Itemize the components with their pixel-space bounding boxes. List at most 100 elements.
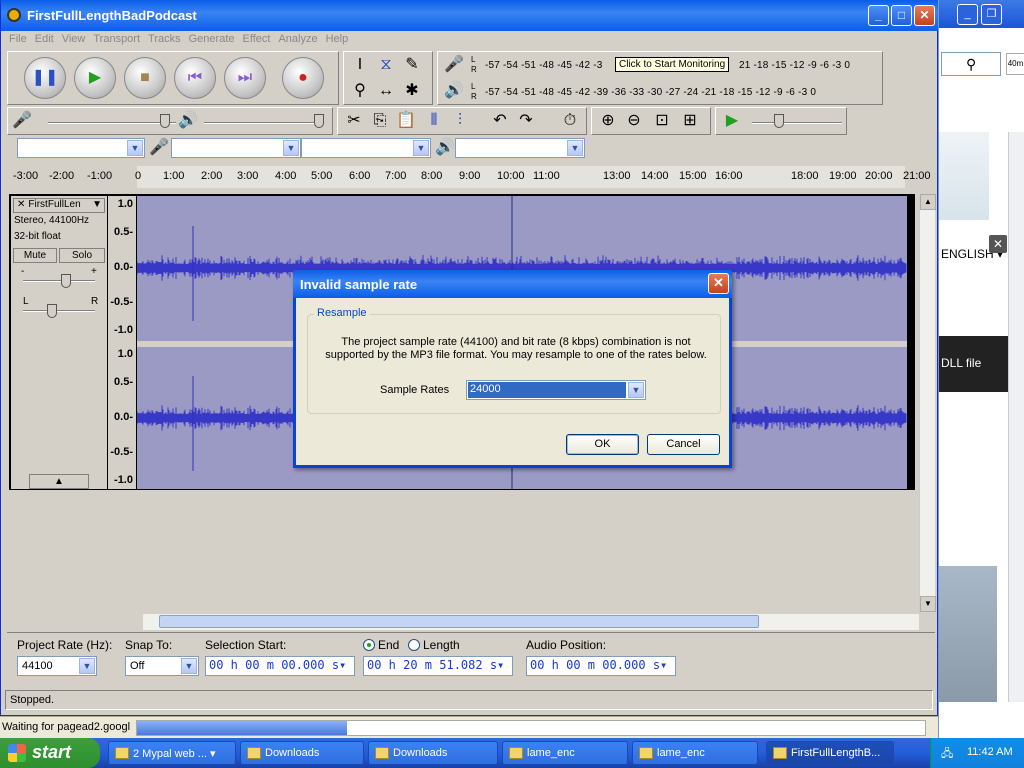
cut-icon[interactable]: ✂ [342,109,366,133]
network-icon[interactable]: 🖧 [941,745,953,764]
menu-analyze[interactable]: Analyze [274,31,321,47]
record-button[interactable]: ● [282,57,324,99]
chevron-down-icon: ▼ [181,658,197,674]
start-button[interactable]: start [0,738,100,768]
track-bits: 32-bit float [14,231,61,242]
mute-button[interactable]: Mute [13,248,57,263]
output-volume-track[interactable] [204,122,324,124]
selection-end-field[interactable]: 00 h 20 m 51.082 s▾ [363,656,513,676]
fit-project-icon[interactable]: ⊞ [678,109,702,133]
snap-to-select[interactable]: Off ▼ [125,656,199,676]
paste-icon[interactable]: 📋 [394,109,418,133]
draw-tool-icon[interactable]: ✎ [400,53,424,77]
record-meter-scale-right: 21 -18 -15 -12 -9 -6 -3 0 [739,60,851,71]
gain-slider[interactable] [61,274,71,288]
monitor-tooltip[interactable]: Click to Start Monitoring [615,57,730,72]
menu-help[interactable]: Help [322,31,353,47]
ad-image-2[interactable] [939,566,997,702]
envelope-tool-icon[interactable]: ⧖ [374,53,398,77]
track-name-menu[interactable]: ✕ FirstFullLen ▼ [13,198,105,213]
skip-end-button[interactable]: ⏭ [224,57,266,99]
taskbar-item-lame-enc-2[interactable]: lame_enc [632,741,758,765]
ok-button[interactable]: OK [566,434,639,455]
menu-tracks[interactable]: Tracks [144,31,185,47]
dll-file-banner[interactable]: DLL file [939,336,1009,392]
zoom-in-icon[interactable]: ⊕ [596,109,620,133]
play-button[interactable]: ▶ [74,57,116,99]
taskbar-item-lame-enc-1[interactable]: lame_enc [502,741,628,765]
output-volume-slider[interactable] [314,114,324,128]
input-volume-track[interactable] [48,122,176,124]
search-icon[interactable]: ⚲ [966,56,976,73]
end-radio[interactable] [363,639,375,651]
host-select[interactable]: ▼ [17,138,145,158]
multi-tool-icon[interactable]: ✱ [400,79,424,103]
output-device-select[interactable]: ▼ [455,138,585,158]
menu-transport[interactable]: Transport [89,31,144,47]
menu-generate[interactable]: Generate [185,31,239,47]
speed-slider[interactable] [774,114,784,128]
browser-search-box[interactable]: ⚲ [941,52,1001,76]
taskbar-item-audacity[interactable]: FirstFullLengthB... [766,741,894,765]
gain-track[interactable] [23,280,95,282]
timeline-ruler[interactable]: -3:00 -2:00 -1:00 0 1:00 2:00 3:00 4:00 5:00 6:00… [7,166,931,188]
cancel-button[interactable]: Cancel [647,434,720,455]
menu-edit[interactable]: Edit [31,31,58,47]
menu-view[interactable]: View [58,31,90,47]
stop-button[interactable]: ■ [124,57,166,99]
input-volume-slider[interactable] [160,114,170,128]
vertical-scrollbar[interactable]: ▲ ▼ [919,194,936,612]
audio-position-field[interactable]: 00 h 00 m 00.000 s▾ [526,656,676,676]
menu-file[interactable]: File [5,31,31,47]
ad-image[interactable] [939,132,989,220]
trim-icon[interactable]: ⫴ [422,109,446,133]
dialog-title-text: Invalid sample rate [300,277,418,292]
timeshift-tool-icon[interactable]: ↔ [374,79,398,103]
browser-scrollbar[interactable] [1008,132,1024,702]
fit-selection-icon[interactable]: ⊡ [650,109,674,133]
maximize-button[interactable]: □ [891,5,912,26]
audacity-icon [773,747,787,759]
undo-icon[interactable]: ↶ [488,109,512,133]
browser-restore-button[interactable]: ❐ [981,4,1002,25]
horizontal-scrollbar[interactable] [143,614,919,630]
pan-slider[interactable] [47,304,57,318]
menu-effect[interactable]: Effect [239,31,275,47]
zoom-out-icon[interactable]: ⊖ [622,109,646,133]
solo-button[interactable]: Solo [59,248,105,263]
taskbar-item-downloads-1[interactable]: Downloads [240,741,364,765]
close-icon[interactable]: ✕ [989,235,1007,253]
play-at-speed-icon[interactable]: ▶ [720,109,744,133]
redo-icon[interactable]: ↷ [514,109,538,133]
pan-track[interactable] [23,310,95,312]
copy-icon[interactable]: ⎘ [368,109,392,133]
chevron-down-icon[interactable]: ▼ [628,382,644,398]
selection-start-field[interactable]: 00 h 00 m 00.000 s▾ [205,656,355,676]
browser-minimize-button[interactable]: _ [957,4,978,25]
timer-icon[interactable]: ⏱ [558,109,582,133]
collapse-track-button[interactable]: ▲ [29,474,89,489]
length-radio[interactable] [408,639,420,651]
sample-rates-select[interactable]: 24000 ▼ [466,380,646,400]
horizontal-scroll-thumb[interactable] [159,615,759,628]
track-close-icon[interactable]: ✕ [14,199,28,210]
pause-button[interactable]: ❚❚ [24,57,66,99]
speed-track[interactable] [752,122,842,124]
scroll-down-icon[interactable]: ▼ [920,596,936,612]
minimize-button[interactable]: _ [868,5,889,26]
playback-meter[interactable]: LR -57 -54 -51 -48 -45 -42 -39 -36 -33 -… [471,82,879,104]
zoom-tool-icon[interactable]: ⚲ [348,79,372,103]
close-button[interactable]: ✕ [914,5,935,26]
selection-tool-icon[interactable]: I [348,53,372,77]
microphone-icon[interactable]: 🎤 [442,53,466,77]
taskbar-item-mypal[interactable]: 2 Mypal web ... ▾ [108,741,236,765]
taskbar-item-downloads-2[interactable]: Downloads [368,741,498,765]
scroll-up-icon[interactable]: ▲ [920,194,936,210]
input-device-select[interactable]: ▼ [171,138,301,158]
silence-icon[interactable]: ⫶ [448,109,472,133]
project-rate-select[interactable]: 44100 ▼ [17,656,97,676]
speaker-icon[interactable]: 🔊 [442,79,466,103]
skip-start-button[interactable]: ⏮ [174,57,216,99]
dialog-close-button[interactable]: ✕ [708,273,729,294]
input-channels-select[interactable]: ▼ [301,138,431,158]
